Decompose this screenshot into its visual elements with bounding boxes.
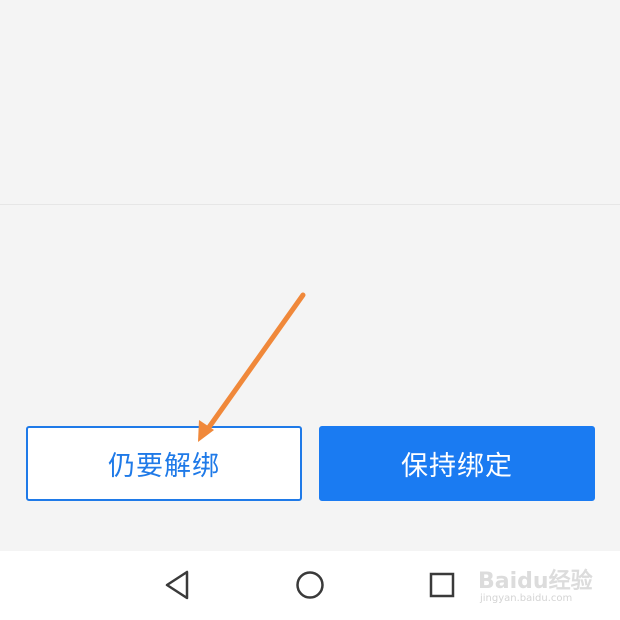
screen: 仍要解绑 保持绑定 Baidu经验 jingyan.baidu.com (0, 0, 620, 620)
keep-binding-label: 保持绑定 (401, 451, 513, 482)
content-area (0, 0, 620, 204)
square-recent-icon (429, 572, 455, 598)
triangle-back-icon (165, 570, 189, 600)
unbind-anyway-label: 仍要解绑 (108, 451, 220, 482)
nav-recent-apps-button[interactable] (424, 567, 460, 603)
navigation-bar (0, 551, 620, 620)
nav-back-button[interactable] (160, 567, 196, 603)
nav-home-button[interactable] (292, 567, 328, 603)
divider (0, 204, 620, 205)
circle-home-icon (296, 571, 324, 599)
keep-binding-button[interactable]: 保持绑定 (319, 426, 595, 501)
unbind-anyway-button[interactable]: 仍要解绑 (26, 426, 302, 501)
